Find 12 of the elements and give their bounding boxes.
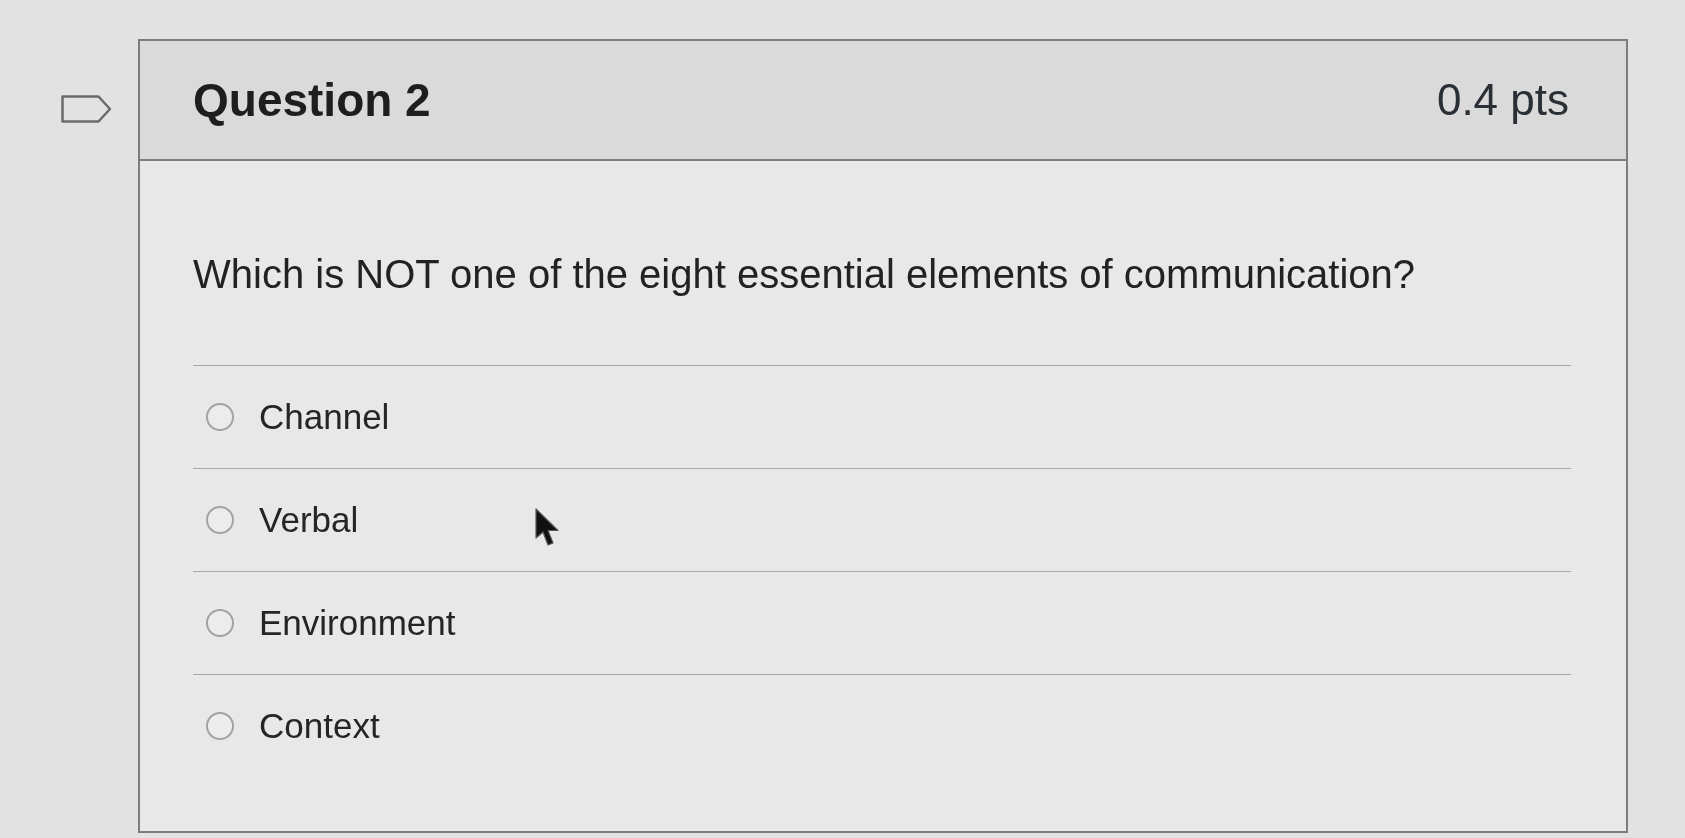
points-value: 0.4 pts	[1436, 78, 1569, 122]
radio-button[interactable]	[206, 403, 234, 431]
radio-button[interactable]	[206, 712, 234, 740]
radio-button[interactable]	[206, 609, 234, 637]
question-text: Which is NOT one of the eight essential elements of communication?	[193, 251, 1417, 298]
answer-label[interactable]: Context	[259, 705, 380, 747]
mouse-cursor-icon	[535, 508, 561, 548]
tag-outline-icon[interactable]	[61, 95, 112, 123]
answer-label[interactable]: Verbal	[259, 499, 359, 541]
answer-label[interactable]: Environment	[259, 602, 456, 644]
radio-button[interactable]	[206, 506, 234, 534]
answer-label[interactable]: Channel	[259, 396, 390, 438]
